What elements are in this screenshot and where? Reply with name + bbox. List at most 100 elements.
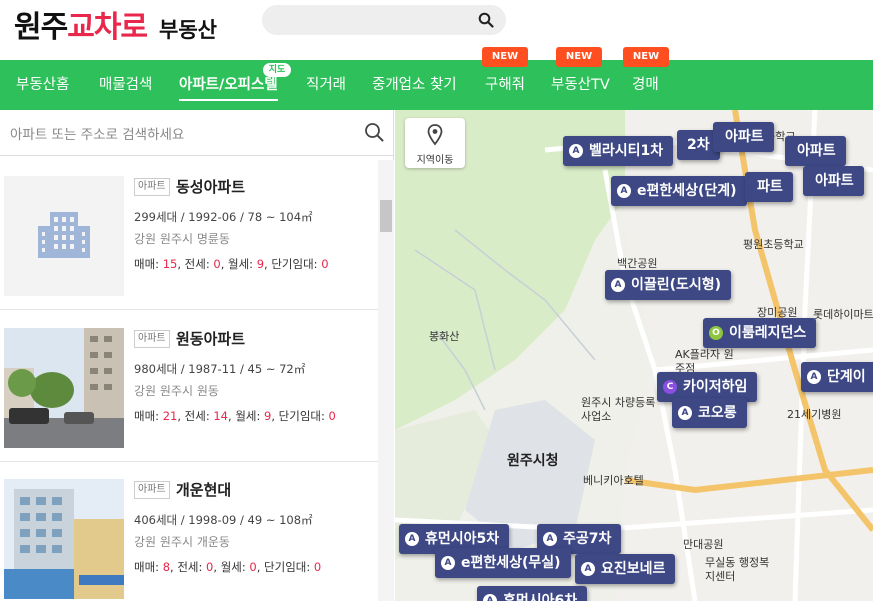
marker-label: 파트 bbox=[757, 179, 783, 195]
listing-panel: 아파트 또는 주소로 검색하세요 아파트 동성아파트 299세대 / 1992-… bbox=[0, 110, 394, 601]
deal-count-jeonse: 0 bbox=[206, 560, 214, 574]
marker-label: 2차 bbox=[687, 137, 710, 153]
listing-deals: 매매: 8, 전세: 0, 월세: 0, 단기임대: 0 bbox=[134, 560, 322, 574]
nav-item-direct[interactable]: 직거래 bbox=[306, 60, 346, 110]
list-item[interactable]: 아파트 동성아파트 299세대 / 1992-06 / 78 ~ 104㎡ 강원… bbox=[0, 160, 378, 310]
site-logo[interactable]: 원주 교차로 부동산 bbox=[14, 2, 217, 45]
marker-badge: A bbox=[581, 562, 595, 576]
map-label-park1: 백간공원 bbox=[617, 257, 658, 270]
apartment-photo bbox=[4, 479, 124, 599]
deal-label-short: 단기임대: bbox=[271, 257, 322, 271]
deal-label-short: 단기임대: bbox=[264, 560, 314, 574]
map-marker[interactable]: A 이끌린(도시형) bbox=[605, 270, 732, 300]
map-label-park3: 만대공원 bbox=[683, 538, 724, 551]
map-marker[interactable]: A 벨라시티1차 bbox=[563, 136, 674, 166]
type-tag: 아파트 bbox=[134, 178, 170, 196]
listing-scrollbar[interactable] bbox=[378, 160, 394, 601]
marker-label: 벨라시티1차 bbox=[589, 143, 664, 159]
new-badge-wanted: NEW bbox=[482, 47, 528, 67]
listing-info: 980세대 / 1987-11 / 45 ~ 72㎡ bbox=[134, 362, 306, 376]
marker-badge: A bbox=[678, 406, 692, 420]
marker-badge: A bbox=[483, 594, 497, 601]
building-icon bbox=[38, 212, 90, 258]
deal-count-short: 0 bbox=[328, 409, 336, 423]
search-placeholder: 아파트 또는 주소로 검색하세요 bbox=[10, 127, 185, 143]
nav-item-agency[interactable]: 중개업소 찾기 bbox=[372, 60, 457, 110]
map-label-lotte: 롯데하이마트 bbox=[813, 308, 873, 321]
deal-count-sale: 15 bbox=[162, 257, 178, 271]
deal-label-sale: 매매: bbox=[134, 409, 163, 423]
map-view[interactable]: 지역이동 고등학교 평원초등학교 백간공원 장미공원 롯데하이마트 봉화산 AK… bbox=[395, 110, 873, 601]
map-marker[interactable]: 아파트 bbox=[785, 136, 846, 166]
listing-name[interactable]: 원동아파트 bbox=[176, 328, 245, 349]
scrollbar-thumb[interactable] bbox=[380, 200, 392, 232]
marker-label: 아파트 bbox=[815, 173, 854, 189]
marker-badge: A bbox=[405, 532, 419, 546]
deal-count-sale: 21 bbox=[162, 409, 178, 423]
listing-name[interactable]: 개운현대 bbox=[176, 479, 231, 500]
marker-label: 휴먼시아6차 bbox=[503, 593, 578, 601]
map-marker[interactable]: A 휴먼시아6차 bbox=[477, 586, 588, 601]
listing-address: 강원 원주시 개운동 bbox=[134, 535, 230, 549]
marker-label: e편한세상(단계) bbox=[637, 183, 737, 199]
map-label-school: 평원초등학교 bbox=[743, 238, 804, 251]
marker-label: 아파트 bbox=[725, 129, 764, 145]
map-label-hotel: 베니키아호텔 bbox=[583, 474, 644, 487]
marker-badge: C bbox=[663, 380, 677, 394]
map-marker[interactable]: A 요진보네르 bbox=[575, 554, 676, 584]
deal-label-monthly: 월세: bbox=[228, 257, 257, 271]
nav-item-wanted[interactable]: 구해줘 bbox=[485, 60, 525, 110]
map-marker[interactable]: Ae편한세상(단계) bbox=[611, 176, 747, 206]
marker-badge: O bbox=[709, 326, 723, 340]
nav-item-auction[interactable]: 경매 bbox=[632, 60, 659, 110]
deal-count-monthly: 9 bbox=[264, 409, 272, 423]
deal-label-sale: 매매: bbox=[134, 257, 163, 271]
marker-label: 단계이 bbox=[827, 369, 866, 385]
list-item[interactable]: 아파트 개운현대 406세대 / 1998-09 / 49 ~ 108㎡ 강원 … bbox=[0, 463, 378, 601]
map-marker[interactable]: A 단계이 bbox=[801, 362, 873, 392]
apartment-photo bbox=[4, 328, 124, 448]
location-pin-icon bbox=[427, 124, 443, 146]
type-tag: 아파트 bbox=[134, 481, 170, 499]
map-marker[interactable]: 파트 bbox=[745, 172, 793, 202]
map-marker[interactable]: A 코오롱 bbox=[672, 398, 747, 428]
deal-count-monthly: 9 bbox=[256, 257, 265, 271]
apartment-search-input[interactable]: 아파트 또는 주소로 검색하세요 bbox=[0, 110, 394, 156]
deal-label-monthly: 월세: bbox=[220, 560, 250, 574]
map-label-hospital: 21세기병원 bbox=[787, 408, 842, 421]
marker-badge: A bbox=[807, 370, 821, 384]
map-marker[interactable]: O 이룸레지던스 bbox=[703, 318, 817, 348]
map-marker[interactable]: 아파트 bbox=[803, 166, 864, 196]
location-move-button[interactable]: 지역이동 bbox=[405, 118, 465, 168]
deal-count-short: 0 bbox=[321, 257, 329, 271]
map-marker[interactable]: 아파트 bbox=[713, 122, 774, 152]
listing-list: 아파트 동성아파트 299세대 / 1992-06 / 78 ~ 104㎡ 강원… bbox=[0, 160, 378, 601]
map-marker[interactable]: Ae편한세상(무실) bbox=[435, 548, 571, 578]
listing-name[interactable]: 동성아파트 bbox=[176, 176, 245, 197]
header-search-input[interactable] bbox=[262, 5, 506, 35]
logo-text-gyocharo: 교차로 bbox=[67, 10, 148, 45]
logo-text-wonju: 원주 bbox=[14, 10, 68, 45]
marker-label: 이룸레지던스 bbox=[729, 325, 807, 341]
nav-item-home[interactable]: 부동산홈 bbox=[16, 60, 69, 110]
deal-count-jeonse: 0 bbox=[213, 257, 221, 271]
deal-label-jeonse: 전세: bbox=[184, 409, 214, 423]
deal-label-jeonse: 전세: bbox=[184, 257, 214, 271]
search-icon[interactable] bbox=[478, 12, 494, 28]
deal-count-jeonse: 14 bbox=[213, 409, 228, 423]
search-icon[interactable] bbox=[364, 122, 384, 142]
deal-label-sale: 매매: bbox=[134, 560, 163, 574]
new-badge-tv: NEW bbox=[556, 47, 602, 67]
deal-label-monthly: 월세: bbox=[235, 409, 265, 423]
list-item[interactable]: 아파트 원동아파트 980세대 / 1987-11 / 45 ~ 72㎡ 강원 … bbox=[0, 312, 378, 462]
listing-address: 강원 원주시 원동 bbox=[134, 384, 219, 398]
nav-item-search[interactable]: 매물검색 bbox=[99, 60, 152, 110]
marker-badge: A bbox=[569, 144, 583, 158]
logo-text-budongsan: 부동산 bbox=[159, 18, 217, 42]
deal-count-sale: 8 bbox=[162, 560, 171, 574]
marker-badge: A bbox=[441, 556, 455, 570]
type-tag: 아파트 bbox=[134, 330, 170, 348]
map-label-welfare: 무실동 행정복지센터 bbox=[705, 556, 770, 583]
deal-label-short: 단기임대: bbox=[278, 409, 329, 423]
nav-item-tv[interactable]: 부동산TV bbox=[551, 60, 610, 110]
